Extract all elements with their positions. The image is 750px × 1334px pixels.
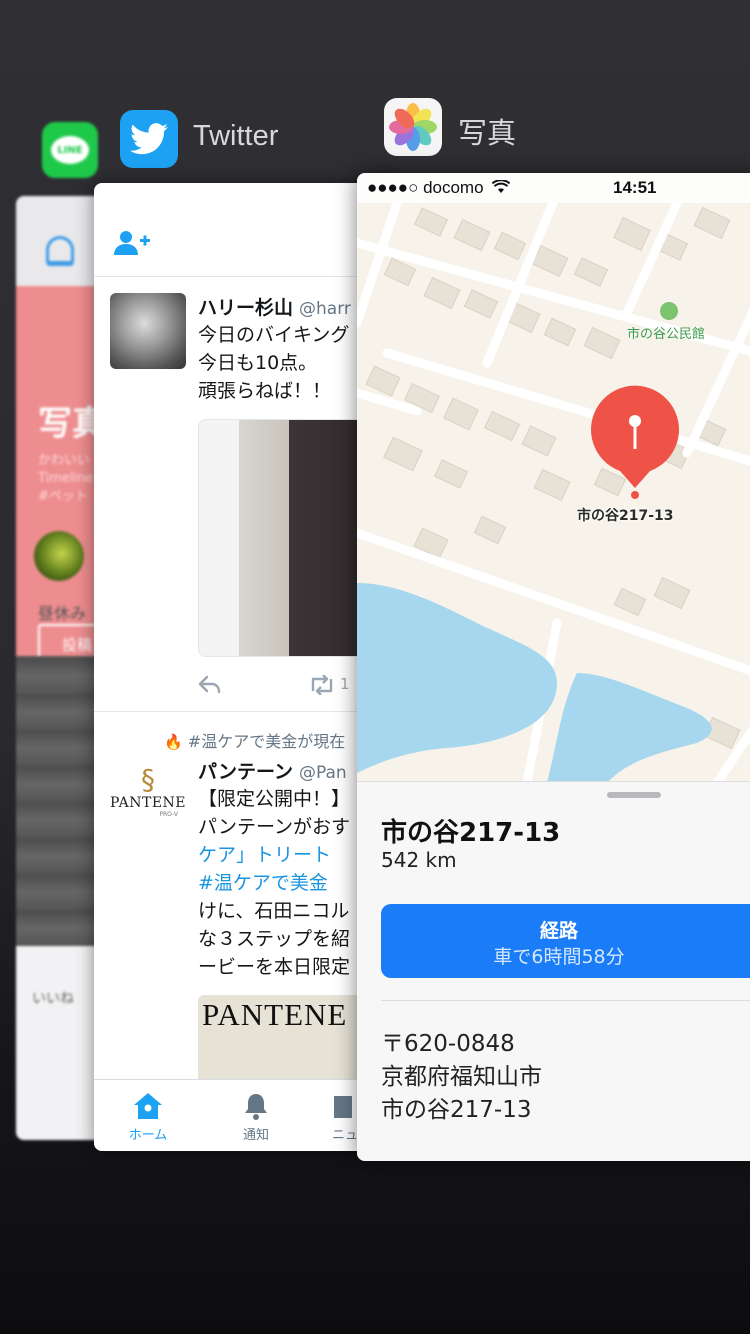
flame-icon: 🔥 bbox=[164, 733, 183, 751]
add-user-icon[interactable] bbox=[114, 229, 150, 257]
carrier-label: ●●●●○ docomo bbox=[367, 178, 511, 198]
promoted-label: 🔥 #温ケアで美金が現在 bbox=[164, 732, 346, 751]
news-icon bbox=[334, 1096, 352, 1118]
photos-app-label: 写真 bbox=[458, 118, 517, 150]
line-app-icon[interactable]: LINE bbox=[42, 122, 98, 178]
twitter-header bbox=[94, 183, 394, 277]
park-poi-icon[interactable] bbox=[660, 302, 678, 320]
pantene-swirl-icon: § bbox=[141, 763, 155, 796]
bell-icon bbox=[245, 1094, 267, 1120]
tweet-text: 今日のバイキング 今日も10点。 頑張らねば！！ bbox=[198, 324, 350, 402]
status-bar: ●●●●○ docomo 14:51 bbox=[357, 173, 750, 203]
sheet-grabber[interactable] bbox=[607, 792, 661, 798]
line-like-label: いいね bbox=[32, 991, 74, 1007]
photos-app-icon[interactable] bbox=[384, 98, 442, 156]
tweet-divider bbox=[94, 711, 394, 712]
tweet-text-line-with-link: ケア」トリート bbox=[198, 841, 350, 869]
line-post-text: 昼休み bbox=[38, 604, 87, 623]
wifi-icon bbox=[492, 179, 511, 193]
reply-icon[interactable] bbox=[198, 675, 222, 695]
directions-button[interactable]: 経路 車で6時間58分 bbox=[381, 904, 750, 978]
map-view[interactable] bbox=[357, 203, 750, 783]
location-distance: 542 km bbox=[381, 848, 457, 872]
tab-home[interactable]: ホーム bbox=[124, 1092, 172, 1143]
pin-label: 市の谷217-13 bbox=[577, 508, 674, 524]
tweet-link[interactable]: ケア」トリート bbox=[198, 844, 331, 866]
location-sheet: 市の谷217-13 542 km 経路 車で6時間58分 〒620-0848 京… bbox=[357, 781, 750, 1161]
twitter-app-icon[interactable] bbox=[120, 110, 178, 168]
address-block: 〒620-0848 京都府福知山市 市の谷217-13 bbox=[381, 1031, 542, 1123]
retweet-count: 1 bbox=[340, 675, 350, 693]
avatar bbox=[34, 531, 84, 581]
clock: 14:51 bbox=[613, 178, 657, 197]
pantene-logo[interactable]: § PANTENE PRO-V bbox=[110, 763, 186, 819]
photos-flower-icon bbox=[389, 103, 437, 151]
twitter-app-label: Twitter bbox=[193, 120, 279, 152]
twitter-app-card[interactable]: ハリー杉山 @harr 今日のバイキング 今日も10点。 頑張らねば！！ 1 🔥 … bbox=[94, 183, 394, 1151]
twitter-tab-bar: ホーム 通知 ニュ bbox=[94, 1079, 394, 1151]
tweet-author[interactable]: パンテーン @Pan bbox=[198, 757, 347, 784]
sheet-divider bbox=[381, 1000, 750, 1001]
bell-icon bbox=[46, 236, 74, 266]
tweet-text: 【限定公開中！】 パンテーンがおす ケア」トリート #温ケアで美金 けに、石田ニ… bbox=[198, 788, 351, 978]
line-bubble-icon: LINE bbox=[51, 136, 89, 164]
location-title: 市の谷217-13 bbox=[381, 818, 561, 848]
poi-label[interactable]: 市の谷公民館 bbox=[627, 323, 705, 342]
home-icon bbox=[134, 1093, 162, 1119]
twitter-bird-icon bbox=[130, 123, 168, 155]
tweet-handle: @Pan bbox=[299, 763, 347, 783]
avatar[interactable] bbox=[110, 293, 186, 369]
tab-notifications[interactable]: 通知 bbox=[234, 1092, 278, 1143]
hashtag-link[interactable]: #温ケアで美金 bbox=[198, 869, 350, 897]
line-banner-subtitle: かわいい Timeline #ペット bbox=[38, 453, 94, 504]
media-door bbox=[239, 420, 289, 656]
photos-app-card[interactable]: ●●●●○ docomo 14:51 市の谷公民館 市の谷217-13 市の谷2… bbox=[357, 173, 750, 1161]
tweet-handle: @harr bbox=[299, 299, 351, 319]
tweet-author[interactable]: ハリー杉山 @harr bbox=[198, 293, 351, 320]
retweet-icon[interactable] bbox=[308, 675, 336, 695]
